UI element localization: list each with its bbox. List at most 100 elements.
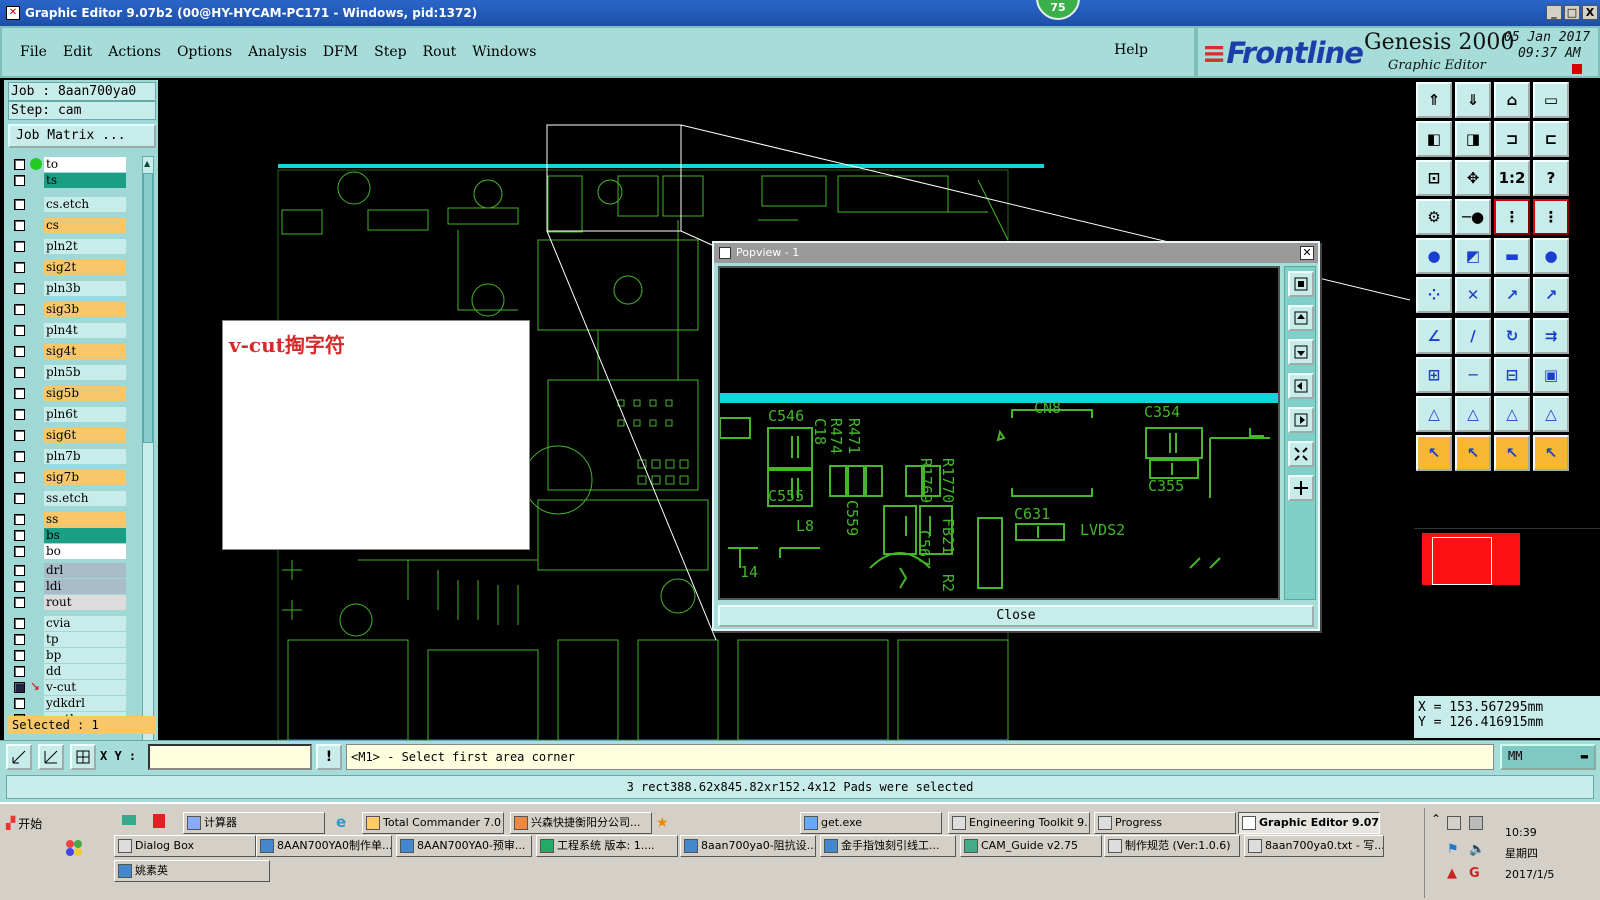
triangle-a-icon[interactable]: △ xyxy=(1416,396,1452,432)
menu-dfm[interactable]: DFM xyxy=(323,44,358,60)
layer-row[interactable]: pln7b xyxy=(10,448,138,464)
zoom-home-icon[interactable]: ⇑ xyxy=(1416,82,1452,118)
layer-row[interactable]: pln4t xyxy=(10,322,138,338)
taskbar-button[interactable]: Total Commander 7.0 ... xyxy=(362,812,504,834)
layer-row[interactable]: sig7b xyxy=(10,469,138,485)
layer-row[interactable]: dd xyxy=(10,663,138,679)
zoom-box-icon[interactable]: ▭ xyxy=(1533,82,1569,118)
measure-icon[interactable] xyxy=(38,744,64,770)
mirror-icon[interactable]: ⊐ xyxy=(1494,121,1530,157)
mini-map[interactable] xyxy=(1414,528,1600,638)
layer-checkbox[interactable] xyxy=(14,545,25,557)
pan-all-icon[interactable]: ✥ xyxy=(1455,160,1491,196)
pop-pan-up-icon[interactable] xyxy=(1288,305,1314,331)
layer-checkbox[interactable] xyxy=(14,450,25,462)
notification-badge[interactable]: 75 xyxy=(1036,0,1080,20)
layer-checkbox[interactable] xyxy=(14,408,25,420)
xy-input[interactable] xyxy=(148,744,312,770)
layer-checkbox[interactable] xyxy=(14,471,25,483)
taskbar-button[interactable]: get.exe xyxy=(800,812,942,834)
ruler-icon[interactable]: ▬ xyxy=(1494,238,1530,274)
layer-checkbox[interactable] xyxy=(14,697,25,709)
triangle-b-icon[interactable]: △ xyxy=(1455,396,1491,432)
layer-checkbox[interactable] xyxy=(14,324,25,336)
taskbar-button[interactable]: 8aan700ya0.txt - 写... xyxy=(1244,835,1384,857)
pan-left-icon[interactable]: ◧ xyxy=(1416,121,1452,157)
select-box-icon[interactable]: ↖ xyxy=(1455,435,1491,471)
taskbar-button[interactable]: CAM_Guide v2.75 xyxy=(960,835,1102,857)
layer-checkbox[interactable] xyxy=(14,564,25,576)
layer-checkbox[interactable] xyxy=(14,387,25,399)
layer-row[interactable]: pln5b xyxy=(10,364,138,380)
popview-close-button[interactable]: Close xyxy=(718,605,1314,627)
layer-row[interactable]: ss.etch xyxy=(10,490,138,506)
ql-star-icon[interactable]: ★ xyxy=(656,812,676,832)
net-icon[interactable]: ▣ xyxy=(1533,357,1569,393)
layer-checkbox[interactable] xyxy=(14,219,25,231)
pop-zoom-in-icon[interactable] xyxy=(1288,441,1314,467)
one-to-one-icon[interactable]: 1:2 xyxy=(1494,160,1530,196)
tray-flag-icon[interactable]: ⚑ xyxy=(1447,842,1459,857)
layer-checkbox[interactable] xyxy=(14,649,25,661)
taskbar-button[interactable]: 8AAN700YA0制作单... xyxy=(256,835,392,857)
zoom-down-icon[interactable]: ⇓ xyxy=(1455,82,1491,118)
layer-red-icon[interactable]: ⋮ xyxy=(1533,199,1569,235)
menu-options[interactable]: Options xyxy=(177,44,232,60)
angle-icon[interactable]: ∠ xyxy=(1416,318,1452,354)
layer-row[interactable]: cvia xyxy=(10,615,138,631)
taskbar-button[interactable]: 金手指蚀刻引线工... xyxy=(820,835,956,857)
rotate-icon[interactable]: ↻ xyxy=(1494,318,1530,354)
layer-checkbox[interactable] xyxy=(14,513,25,525)
layer-checkbox[interactable] xyxy=(14,366,25,378)
taskbar-button[interactable]: Dialog Box xyxy=(114,835,256,857)
tray-app-icon[interactable] xyxy=(1447,816,1461,830)
minus-icon[interactable]: ─ xyxy=(1455,357,1491,393)
place-icon[interactable]: ⊞ xyxy=(1416,357,1452,393)
layer-row[interactable]: bp xyxy=(10,647,138,663)
circle-tool-icon[interactable]: ● xyxy=(1533,238,1569,274)
layer-row[interactable]: rout xyxy=(10,594,138,610)
alert-icon[interactable]: ! xyxy=(316,744,342,770)
triangle-d-icon[interactable]: △ xyxy=(1533,396,1569,432)
layer-checkbox[interactable] xyxy=(14,345,25,357)
menu-actions[interactable]: Actions xyxy=(108,44,161,60)
layer-row[interactable]: pln3b xyxy=(10,280,138,296)
scroll-up-icon[interactable]: ▲ xyxy=(144,159,152,169)
menu-windows[interactable]: Windows xyxy=(472,44,536,60)
layer-checkbox[interactable] xyxy=(14,580,25,592)
popview-screen[interactable]: C546 C18 R474 R471 C555 L8 C559 C567 R1769 R1770 F… xyxy=(718,266,1280,600)
layer-row[interactable]: sig4t xyxy=(10,343,138,359)
layer-checkbox[interactable] xyxy=(14,429,25,441)
layer-checkbox[interactable] xyxy=(14,617,25,629)
ql-pdf-icon[interactable] xyxy=(150,812,170,832)
taskbar-button[interactable]: Engineering Toolkit 9.... xyxy=(948,812,1090,834)
tray-expand-icon[interactable]: ⌃ xyxy=(1431,812,1441,826)
pop-pan-right-icon[interactable] xyxy=(1288,407,1314,433)
layer-row[interactable]: sig5b xyxy=(10,385,138,401)
taskbar-button[interactable]: Progress xyxy=(1094,812,1236,834)
line-tool-icon[interactable]: ─● xyxy=(1455,199,1491,235)
taskbar-button[interactable]: 8aan700ya0-阻抗设... xyxy=(680,835,816,857)
taskbar-button[interactable]: 兴森快捷衡阳分公司... xyxy=(510,812,652,834)
ql-ie-icon[interactable]: e xyxy=(336,812,356,832)
taskbar-clock[interactable]: 10:39 星期四 2017/1/5 xyxy=(1505,822,1554,885)
move-icon[interactable]: ↗ xyxy=(1494,277,1530,313)
layer-checkbox[interactable] xyxy=(14,282,25,294)
taskbar-button[interactable]: Graphic Editor 9.07... xyxy=(1238,812,1380,834)
cross-icon[interactable]: ✕ xyxy=(1455,277,1491,313)
layer-row[interactable]: to xyxy=(10,156,138,172)
taskbar-button[interactable]: 姚素英 xyxy=(114,860,270,882)
menu-rout[interactable]: Rout xyxy=(423,44,457,60)
layer-checkbox[interactable] xyxy=(14,158,25,170)
unit-selector[interactable]: MM ▬ xyxy=(1500,744,1596,770)
layer-checkbox[interactable] xyxy=(14,198,25,210)
triangle-c-icon[interactable]: △ xyxy=(1494,396,1530,432)
ql-desktop-icon[interactable] xyxy=(120,812,140,832)
pop-zoom-out-icon[interactable] xyxy=(1288,475,1314,501)
layer-row[interactable]: ydkdrl xyxy=(10,695,138,711)
pad-tool-icon[interactable]: ● xyxy=(1416,238,1452,274)
layer-checkbox[interactable] xyxy=(14,174,25,186)
measure-tool-icon[interactable]: ⊟ xyxy=(1494,357,1530,393)
layer-row[interactable]: tp xyxy=(10,631,138,647)
pop-pan-left-icon[interactable] xyxy=(1288,373,1314,399)
